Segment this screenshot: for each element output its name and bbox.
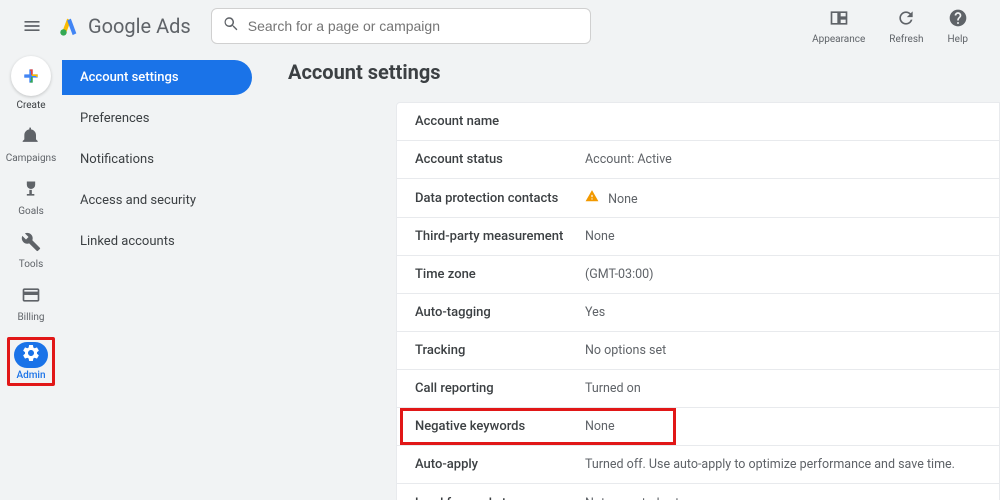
help-button[interactable]: Help (948, 8, 968, 45)
rail-item-admin[interactable]: Admin (14, 342, 48, 381)
help-icon (948, 8, 968, 32)
rail-item-tools[interactable]: Tools (14, 231, 48, 270)
refresh-button[interactable]: Refresh (889, 8, 923, 45)
rail-item-campaigns[interactable]: Campaigns (6, 125, 57, 164)
create-label: Create (16, 100, 45, 111)
top-actions: Appearance Refresh Help (812, 8, 988, 45)
page-title: Account settings (286, 60, 1000, 84)
warning-icon (585, 189, 599, 203)
appearance-icon (829, 8, 849, 32)
setting-row-lead-form[interactable]: Lead form ads terms Not accepted yet (397, 484, 999, 500)
megaphone-icon (21, 126, 41, 150)
search-box[interactable] (211, 8, 591, 44)
setting-row-third-party[interactable]: Third-party measurement None (397, 218, 999, 256)
settings-card: Account name Account status Account: Act… (396, 102, 1000, 500)
product-logo[interactable]: Google Ads (58, 14, 191, 38)
content-area: Account settings Account name Account st… (262, 52, 1000, 500)
setting-row-auto-tagging[interactable]: Auto-tagging Yes (397, 294, 999, 332)
search-input[interactable] (248, 18, 580, 34)
subnav-notifications[interactable]: Notifications (62, 142, 252, 177)
setting-row-negative-keywords[interactable]: Negative keywords None (397, 408, 999, 446)
nav-rail: Create Campaigns Goals Tools Billing Adm… (0, 52, 62, 500)
subnav-linked-accounts[interactable]: Linked accounts (62, 224, 252, 259)
trophy-icon (21, 179, 41, 203)
create-button[interactable] (11, 56, 51, 96)
search-icon (222, 15, 240, 37)
tools-icon (21, 232, 41, 256)
setting-row-data-protection[interactable]: Data protection contacts None (397, 179, 999, 218)
setting-row-auto-apply[interactable]: Auto-apply Turned off. Use auto-apply to… (397, 446, 999, 484)
refresh-icon (896, 8, 916, 32)
rail-item-goals[interactable]: Goals (14, 178, 48, 217)
setting-row-account-name[interactable]: Account name (397, 103, 999, 141)
product-name: Google Ads (88, 14, 191, 38)
rail-item-billing[interactable]: Billing (14, 284, 48, 323)
gear-icon (21, 343, 41, 367)
setting-row-account-status[interactable]: Account status Account: Active (397, 141, 999, 179)
card-icon (21, 285, 41, 309)
menu-icon[interactable] (12, 6, 52, 46)
appearance-button[interactable]: Appearance (812, 8, 865, 45)
setting-row-time-zone[interactable]: Time zone (GMT-03:00) (397, 256, 999, 294)
subnav-preferences[interactable]: Preferences (62, 101, 252, 136)
main-layout: Create Campaigns Goals Tools Billing Adm… (0, 52, 1000, 500)
google-ads-logo-icon (58, 15, 80, 37)
admin-highlight-box: Admin (7, 337, 55, 386)
setting-row-tracking[interactable]: Tracking No options set (397, 332, 999, 370)
subnav-access-security[interactable]: Access and security (62, 183, 252, 218)
subnav: Account settings Preferences Notificatio… (62, 52, 262, 500)
subnav-account-settings[interactable]: Account settings (62, 60, 252, 95)
setting-row-call-reporting[interactable]: Call reporting Turned on (397, 370, 999, 408)
topbar: Google Ads Appearance Refresh Help (0, 0, 1000, 52)
